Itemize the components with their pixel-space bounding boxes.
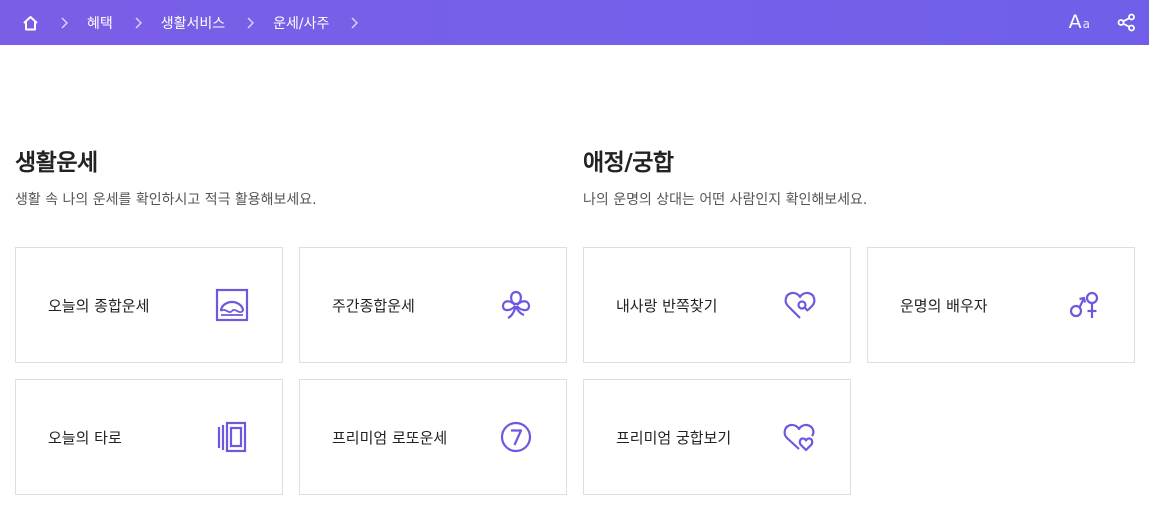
life-fortune-section: 생활운세 생활 속 나의 운세를 확인하시고 적극 활용해보세요. bbox=[15, 148, 317, 210]
breadcrumb-item-life-services[interactable]: 생활서비스 bbox=[161, 13, 225, 33]
card-find-my-love[interactable]: 내사랑 반쪽찾기 bbox=[583, 247, 851, 363]
section-title: 애정/궁합 bbox=[583, 150, 674, 176]
card-weekly-fortune[interactable]: 주간종합운세 bbox=[299, 247, 567, 363]
font-size-button[interactable]: Aa bbox=[1069, 13, 1090, 32]
chevron-right-icon[interactable] bbox=[345, 0, 363, 45]
chevron-right-icon bbox=[241, 0, 259, 45]
lucky-seven-icon bbox=[498, 419, 534, 455]
card-label: 운명의 배우자 bbox=[900, 296, 988, 315]
section-title: 생활운세 bbox=[15, 150, 98, 176]
clover-icon bbox=[498, 287, 534, 323]
breadcrumb: 혜택 생활서비스 운세/사주 bbox=[0, 0, 377, 45]
card-label: 오늘의 종합운세 bbox=[48, 296, 150, 315]
top-navigation-bar: 혜택 생활서비스 운세/사주 Aa bbox=[0, 0, 1149, 45]
card-label: 프리미엄 궁합보기 bbox=[616, 428, 732, 447]
card-label: 프리미엄 로또운세 bbox=[332, 428, 448, 447]
chevron-right-icon bbox=[55, 0, 73, 45]
section-description: 생활 속 나의 운세를 확인하시고 적극 활용해보세요. bbox=[15, 192, 317, 208]
home-icon[interactable] bbox=[21, 14, 39, 32]
card-today-tarot[interactable]: 오늘의 타로 bbox=[15, 379, 283, 495]
font-size-small-letter: a bbox=[1082, 17, 1090, 31]
love-compatibility-section: 애정/궁합 나의 운명의 상대는 어떤 사람인지 확인해보세요. bbox=[583, 148, 867, 210]
gender-symbols-icon bbox=[1066, 287, 1102, 323]
tarot-cards-icon bbox=[214, 419, 250, 455]
card-destined-spouse[interactable]: 운명의 배우자 bbox=[867, 247, 1135, 363]
sunrise-frame-icon bbox=[214, 287, 250, 323]
double-heart-icon bbox=[782, 419, 818, 455]
font-size-big-letter: A bbox=[1068, 11, 1082, 33]
share-icon[interactable] bbox=[1116, 13, 1136, 33]
card-label: 주간종합운세 bbox=[332, 296, 415, 315]
heart-search-icon bbox=[782, 287, 818, 323]
section-description: 나의 운명의 상대는 어떤 사람인지 확인해보세요. bbox=[583, 192, 868, 208]
chevron-right-icon bbox=[129, 0, 147, 45]
card-premium-lotto-fortune[interactable]: 프리미엄 로또운세 bbox=[299, 379, 567, 495]
card-label: 오늘의 타로 bbox=[48, 428, 122, 447]
breadcrumb-item-benefits[interactable]: 혜택 bbox=[87, 13, 113, 33]
card-premium-compatibility[interactable]: 프리미엄 궁합보기 bbox=[583, 379, 851, 495]
breadcrumb-item-fortune[interactable]: 운세/사주 bbox=[273, 13, 329, 33]
card-label: 내사랑 반쪽찾기 bbox=[616, 296, 718, 315]
card-today-fortune[interactable]: 오늘의 종합운세 bbox=[15, 247, 283, 363]
